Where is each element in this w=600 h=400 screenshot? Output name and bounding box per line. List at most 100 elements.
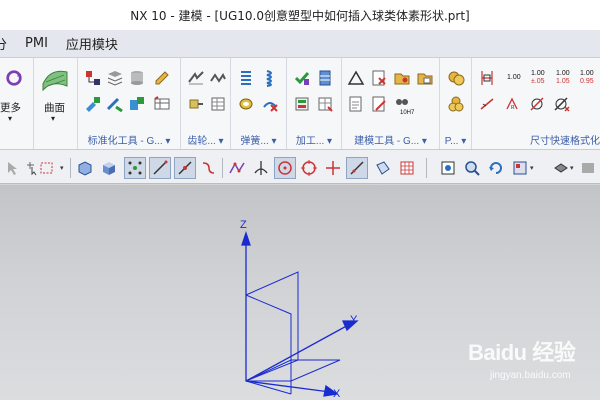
- watermark: Baidu 经验 jingyan.baidu.com: [468, 335, 578, 385]
- machining-table-icon[interactable]: [315, 94, 335, 114]
- dim-value-nominal[interactable]: 1.00: [507, 74, 521, 81]
- snap-point-on-curve-icon[interactable]: [322, 157, 344, 179]
- snap-line-icon[interactable]: [149, 157, 171, 179]
- svg-text:R: R: [511, 105, 515, 111]
- snap-control-point-icon[interactable]: [226, 157, 248, 179]
- part-library-icon[interactable]: [127, 94, 147, 114]
- snap-point-on-face-icon[interactable]: [346, 157, 368, 179]
- group-label-springs[interactable]: 弹簧... ▾: [231, 132, 286, 147]
- group-label-dim-format[interactable]: 尺寸快速格式化: [472, 132, 600, 147]
- x-axis-line: [245, 380, 331, 393]
- check-icon[interactable]: [292, 68, 312, 88]
- sheet-delete-icon[interactable]: [369, 68, 389, 88]
- menu-bar: 分 PMI 应用模块: [0, 30, 600, 58]
- snap-intersection-icon[interactable]: [250, 157, 272, 179]
- measure-sheet-icon[interactable]: [346, 94, 366, 114]
- more-dropdown-icon[interactable]: ▾: [8, 114, 12, 123]
- grid-icon[interactable]: [396, 157, 418, 179]
- gear-rack-icon[interactable]: [208, 68, 228, 88]
- zoom-icon[interactable]: [461, 157, 483, 179]
- spring-compression-icon[interactable]: [260, 68, 280, 88]
- datum-plane-xy: [245, 359, 341, 382]
- select-face-icon[interactable]: [74, 157, 96, 179]
- group-label-standard-tools[interactable]: 标准化工具 - G... ▾: [78, 132, 180, 147]
- spring-delete-icon[interactable]: [260, 94, 280, 114]
- snap-quadrant-icon[interactable]: [298, 157, 320, 179]
- snap-points-icon[interactable]: [124, 157, 146, 179]
- orient-view-icon[interactable]: [509, 157, 531, 179]
- surface-dropdown-icon[interactable]: ▾: [51, 114, 55, 123]
- triangle-icon[interactable]: [346, 68, 366, 88]
- assembly-icon[interactable]: [83, 68, 103, 88]
- folder-star-icon[interactable]: [392, 68, 412, 88]
- dimension-origin-icon[interactable]: [477, 68, 497, 88]
- snap-arc-center-icon[interactable]: [274, 157, 296, 179]
- machining-bar-icon[interactable]: [315, 68, 335, 88]
- sync-icon[interactable]: [2, 66, 26, 90]
- dim-value-bilateral-top[interactable]: 1.00: [531, 70, 545, 77]
- diameter-dim-icon[interactable]: [527, 94, 547, 114]
- edit-sheet-icon[interactable]: [369, 94, 389, 114]
- snap-curve-icon[interactable]: [197, 157, 219, 179]
- group-label-gears[interactable]: 齿轮... ▾: [181, 132, 230, 147]
- ribbon-group-springs: 弹簧... ▾: [231, 58, 287, 149]
- render-style-dropdown-icon[interactable]: ▾: [570, 164, 574, 172]
- coins-stack-icon[interactable]: [446, 94, 466, 114]
- surface-label[interactable]: 曲面: [44, 100, 65, 115]
- spring-coil-icon[interactable]: [236, 94, 256, 114]
- window-title-bar: NX 10 - 建模 - [UG10.0创意塑型中如何插入球类体素形状.prt]: [0, 0, 600, 30]
- group-label-machining[interactable]: 加工... ▾: [287, 132, 341, 147]
- select-arrow-icon[interactable]: [2, 157, 24, 179]
- dim-value-unilateral-bottom[interactable]: 0.95: [580, 78, 594, 85]
- x-axis-label: X: [333, 388, 341, 400]
- database-icon[interactable]: [127, 68, 147, 88]
- rectangle-select-icon[interactable]: [36, 157, 58, 179]
- gear-pair-icon[interactable]: [186, 68, 206, 88]
- dim-value-unilateral-top[interactable]: 1.00: [580, 70, 594, 77]
- gear-table-icon[interactable]: [208, 94, 228, 114]
- fastener-icon[interactable]: [83, 94, 103, 114]
- coins-icon[interactable]: [446, 68, 466, 88]
- rectangle-select-dropdown-icon[interactable]: ▾: [60, 164, 64, 172]
- edge-display-icon[interactable]: [578, 157, 600, 179]
- z-axis-arrow: [241, 230, 251, 246]
- watermark-url: jingyan.baidu.com: [490, 370, 571, 381]
- folder-grid-icon[interactable]: [415, 68, 435, 88]
- selection-toolbar: ▾ ▾ ▾: [0, 150, 600, 184]
- spring-list-icon[interactable]: [236, 68, 256, 88]
- gear-shaft-icon[interactable]: [186, 94, 206, 114]
- datum-plane-xz: [245, 294, 292, 394]
- render-style-icon[interactable]: [550, 157, 572, 179]
- snap-bounded-grid-icon[interactable]: [372, 157, 394, 179]
- tool-arrow-icon[interactable]: [105, 94, 125, 114]
- dim-value-limit-bottom[interactable]: 1.05: [556, 78, 570, 85]
- menu-item-applications[interactable]: 应用模块: [57, 34, 127, 53]
- table-icon[interactable]: [152, 94, 172, 114]
- fit-view-icon[interactable]: [437, 157, 459, 179]
- menu-item-pmi[interactable]: PMI: [16, 36, 57, 51]
- ribbon-group-modeling-tools: 10H7 建模工具 - G... ▾: [342, 58, 440, 149]
- hole-table-icon[interactable]: [292, 94, 312, 114]
- pencil-icon[interactable]: [152, 68, 172, 88]
- radius-dim-icon[interactable]: R: [502, 94, 522, 114]
- orient-view-dropdown-icon[interactable]: ▾: [530, 164, 534, 172]
- more-label[interactable]: 更多: [0, 100, 21, 115]
- angle-dim-icon[interactable]: [477, 94, 497, 114]
- group-label-p[interactable]: P... ▾: [440, 136, 471, 147]
- dim-value-limit-top[interactable]: 1.00: [556, 70, 570, 77]
- menu-item-partial[interactable]: 分: [0, 34, 16, 53]
- select-body-icon[interactable]: [98, 157, 120, 179]
- snap-endpoint-icon[interactable]: [174, 157, 196, 179]
- rotate-view-icon[interactable]: [485, 157, 507, 179]
- ribbon-group-dim-format: 1.00 1.00 ±.05 1.00 1.05 1.00 0.95 R 尺寸快…: [472, 58, 600, 149]
- ribbon: 更多 ▾ 曲面 ▾ 标准化工具 - G... ▾ 齿轮... ▾ 弹簧... ▾…: [0, 58, 600, 150]
- toolbar-divider: [426, 158, 427, 178]
- surface-icon[interactable]: [40, 64, 70, 92]
- dim-value-bilateral-bottom[interactable]: ±.05: [531, 78, 545, 85]
- diameter-clear-icon[interactable]: [552, 94, 572, 114]
- z-axis-label: Z: [240, 219, 247, 231]
- ribbon-group-machining: 加工... ▾: [287, 58, 342, 149]
- stack-icon[interactable]: [105, 68, 125, 88]
- ribbon-group-more: 更多 ▾: [0, 58, 34, 149]
- group-label-modeling-tools[interactable]: 建模工具 - G... ▾: [342, 132, 439, 147]
